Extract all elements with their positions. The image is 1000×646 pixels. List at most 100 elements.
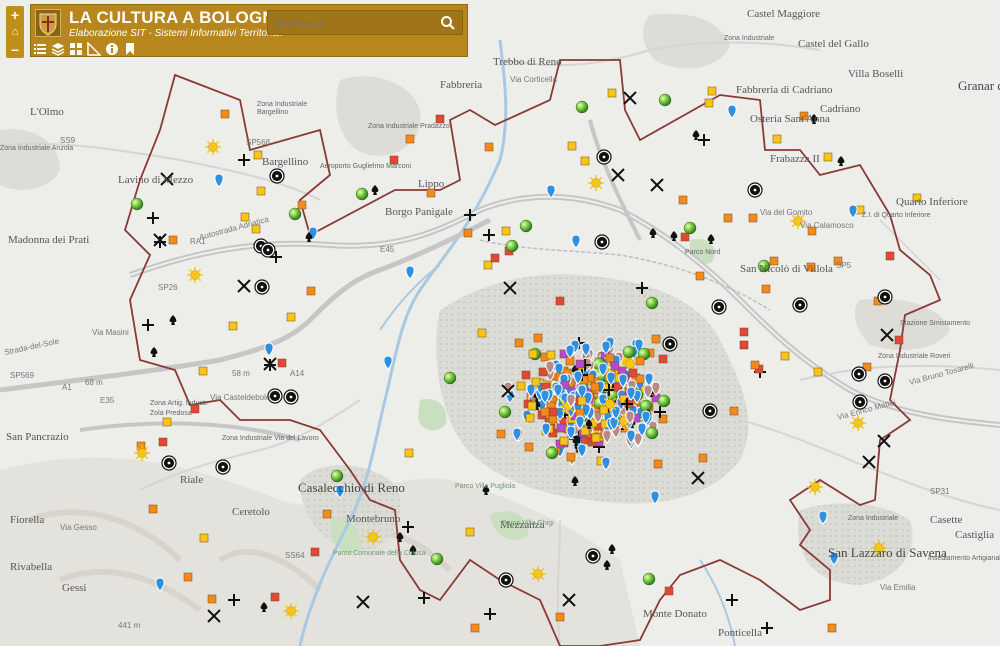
orange-square-icon[interactable]	[183, 572, 193, 582]
orange-square-icon[interactable]	[322, 509, 332, 519]
yellow-square-icon[interactable]	[256, 186, 266, 196]
orange-square-icon[interactable]	[678, 195, 688, 205]
orange-square-icon[interactable]	[496, 429, 506, 439]
target-icon[interactable]	[498, 572, 514, 588]
green-ball-icon[interactable]	[683, 221, 697, 235]
yellow-square-icon[interactable]	[546, 350, 556, 360]
orange-square-icon[interactable]	[306, 286, 316, 296]
yellow-square-icon[interactable]	[199, 533, 209, 543]
orange-square-icon[interactable]	[426, 188, 436, 198]
purple-square-icon[interactable]	[610, 361, 620, 371]
sun-icon[interactable]	[134, 445, 150, 461]
yellow-square-icon[interactable]	[607, 88, 617, 98]
bookmark-icon[interactable]	[123, 42, 137, 56]
yellow-square-icon[interactable]	[823, 152, 833, 162]
green-ball-icon[interactable]	[355, 187, 369, 201]
target-icon[interactable]	[851, 366, 867, 382]
yellow-square-icon[interactable]	[704, 98, 714, 108]
orange-square-icon[interactable]	[750, 360, 760, 370]
target-icon[interactable]	[702, 403, 718, 419]
yellow-square-icon[interactable]	[525, 413, 535, 423]
target-icon[interactable]	[269, 168, 285, 184]
green-ball-icon[interactable]	[645, 296, 659, 310]
target-icon[interactable]	[662, 336, 678, 352]
yellow-square-icon[interactable]	[559, 436, 569, 446]
yellow-square-icon[interactable]	[198, 366, 208, 376]
purple-square-icon[interactable]	[575, 359, 585, 369]
layers-icon[interactable]	[51, 42, 65, 56]
green-ball-icon[interactable]	[642, 572, 656, 586]
target-icon[interactable]	[161, 455, 177, 471]
sun-icon[interactable]	[530, 566, 546, 582]
measure-icon[interactable]	[87, 42, 101, 56]
home-button[interactable]: ⌂	[6, 25, 24, 39]
orange-square-icon[interactable]	[605, 353, 615, 363]
orange-square-icon[interactable]	[207, 594, 217, 604]
orange-square-icon[interactable]	[651, 334, 661, 344]
red-square-icon[interactable]	[680, 232, 690, 242]
yellow-square-icon[interactable]	[780, 351, 790, 361]
orange-square-icon[interactable]	[168, 235, 178, 245]
red-square-icon[interactable]	[521, 370, 531, 380]
orange-square-icon[interactable]	[761, 284, 771, 294]
yellow-square-icon[interactable]	[286, 312, 296, 322]
green-ball-icon[interactable]	[575, 100, 589, 114]
sun-icon[interactable]	[807, 479, 823, 495]
green-ball-icon[interactable]	[645, 426, 659, 440]
sun-icon[interactable]	[365, 529, 381, 545]
red-square-icon[interactable]	[658, 354, 668, 364]
orange-square-icon[interactable]	[514, 338, 524, 348]
target-icon[interactable]	[260, 242, 276, 258]
search-input[interactable]	[272, 14, 436, 33]
yellow-square-icon[interactable]	[162, 417, 172, 427]
red-square-icon[interactable]	[628, 368, 638, 378]
list-icon[interactable]	[33, 42, 47, 56]
yellow-square-icon[interactable]	[567, 141, 577, 151]
green-ball-icon[interactable]	[505, 239, 519, 253]
green-ball-icon[interactable]	[622, 345, 636, 359]
green-ball-icon[interactable]	[658, 93, 672, 107]
red-square-icon[interactable]	[435, 114, 445, 124]
yellow-square-icon[interactable]	[228, 321, 238, 331]
yellow-square-icon[interactable]	[477, 328, 487, 338]
green-ball-icon[interactable]	[498, 405, 512, 419]
orange-square-icon[interactable]	[698, 453, 708, 463]
red-square-icon[interactable]	[894, 335, 904, 345]
sun-icon[interactable]	[187, 267, 203, 283]
green-ball-icon[interactable]	[545, 446, 559, 460]
target-icon[interactable]	[254, 279, 270, 295]
target-icon[interactable]	[596, 149, 612, 165]
sun-icon[interactable]	[588, 175, 604, 191]
orange-square-icon[interactable]	[463, 228, 473, 238]
orange-square-icon[interactable]	[590, 382, 600, 392]
orange-square-icon[interactable]	[533, 333, 543, 343]
yellow-square-icon[interactable]	[253, 150, 263, 160]
red-square-icon[interactable]	[538, 367, 548, 377]
green-ball-icon[interactable]	[657, 394, 671, 408]
red-square-icon[interactable]	[277, 358, 287, 368]
red-square-icon[interactable]	[548, 407, 558, 417]
target-icon[interactable]	[877, 289, 893, 305]
yellow-square-icon[interactable]	[528, 349, 538, 359]
orange-square-icon[interactable]	[635, 356, 645, 366]
target-icon[interactable]	[877, 373, 893, 389]
green-ball-icon[interactable]	[639, 399, 653, 413]
zoom-in-button[interactable]: +	[6, 8, 24, 22]
yellow-square-icon[interactable]	[501, 226, 511, 236]
red-square-icon[interactable]	[490, 253, 500, 263]
green-ball-icon[interactable]	[519, 219, 533, 233]
target-icon[interactable]	[747, 182, 763, 198]
red-square-icon[interactable]	[739, 327, 749, 337]
green-ball-icon[interactable]	[288, 207, 302, 221]
red-square-icon[interactable]	[270, 592, 280, 602]
red-square-icon[interactable]	[158, 437, 168, 447]
yellow-square-icon[interactable]	[516, 381, 526, 391]
red-square-icon[interactable]	[555, 296, 565, 306]
yellow-square-icon[interactable]	[527, 401, 537, 411]
sun-icon[interactable]	[205, 139, 221, 155]
red-square-icon[interactable]	[885, 251, 895, 261]
sun-icon[interactable]	[283, 603, 299, 619]
orange-square-icon[interactable]	[729, 406, 739, 416]
target-icon[interactable]	[594, 234, 610, 250]
yellow-square-icon[interactable]	[707, 86, 717, 96]
